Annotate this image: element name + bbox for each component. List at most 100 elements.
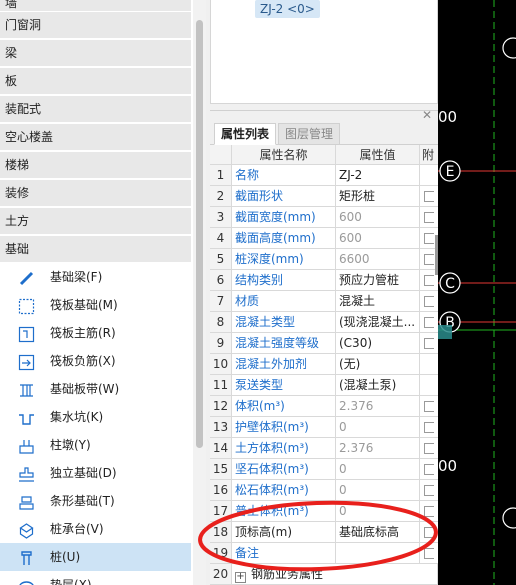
attach-checkbox[interactable] (424, 296, 434, 307)
tree-category[interactable]: 装配式 (0, 96, 191, 123)
drawing-canvas[interactable]: E C B 00 00 (438, 0, 516, 585)
close-icon[interactable]: ✕ (422, 109, 432, 121)
property-value[interactable] (336, 543, 420, 563)
tree-item[interactable]: 集水坑(K) (0, 403, 191, 431)
property-value[interactable]: 0 (336, 480, 420, 500)
tree-item[interactable]: 独立基础(D) (0, 459, 191, 487)
property-value[interactable]: 2.376 (336, 438, 420, 458)
tree-item[interactable]: 筏板主筋(R) (0, 319, 191, 347)
property-value[interactable]: 600 (336, 228, 420, 248)
property-value[interactable]: 0 (336, 501, 420, 521)
property-row[interactable]: 11 泵送类型 (混凝土泵) (210, 375, 438, 396)
property-row[interactable]: 17 普土体积(m³) 0 (210, 501, 438, 522)
attach-cell[interactable] (420, 480, 438, 500)
attach-cell[interactable] (420, 417, 438, 437)
expand-icon[interactable]: + (235, 572, 246, 583)
tree-category[interactable]: 板 (0, 68, 191, 95)
property-row[interactable]: 12 体积(m³) 2.376 (210, 396, 438, 417)
tree-scrollbar-thumb[interactable] (196, 20, 203, 448)
attach-checkbox[interactable] (424, 254, 434, 265)
property-value[interactable]: 0 (336, 417, 420, 437)
attach-checkbox[interactable] (424, 548, 434, 559)
attach-checkbox[interactable] (424, 485, 434, 496)
attach-cell[interactable] (420, 186, 438, 206)
tab-property-list[interactable]: 属性列表 (214, 123, 277, 145)
tree-category[interactable]: 门窗洞 (0, 12, 191, 39)
tree-category[interactable]: 梁 (0, 40, 191, 67)
property-row[interactable]: 7 材质 混凝土 (210, 291, 438, 312)
attach-checkbox[interactable] (424, 317, 434, 328)
attach-checkbox[interactable] (424, 233, 434, 244)
property-value[interactable]: ZJ-2 (336, 165, 420, 185)
property-row[interactable]: 13 护壁体积(m³) 0 (210, 417, 438, 438)
property-value[interactable]: (混凝土泵) (336, 375, 420, 395)
attach-checkbox[interactable] (424, 527, 434, 538)
tree-category[interactable]: 土方 (0, 208, 191, 235)
attach-cell[interactable] (420, 543, 438, 563)
property-value[interactable]: 2.376 (336, 396, 420, 416)
property-row[interactable]: 15 坚石体积(m³) 0 (210, 459, 438, 480)
property-value[interactable]: 矩形桩 (336, 186, 420, 206)
attach-cell[interactable] (420, 522, 438, 542)
property-row[interactable]: 8 混凝土类型 (现浇混凝土... (210, 312, 438, 333)
tree-category[interactable]: 装修 (0, 180, 191, 207)
property-row[interactable]: 18 顶标高(m) 基础底标高 (210, 522, 438, 543)
attach-cell[interactable] (420, 354, 438, 374)
property-row[interactable]: 3 截面宽度(mm) 600 (210, 207, 438, 228)
attach-checkbox[interactable] (424, 212, 434, 223)
property-row[interactable]: 9 混凝土强度等级 (C30) (210, 333, 438, 354)
attach-cell[interactable] (420, 207, 438, 227)
attach-checkbox[interactable] (424, 191, 434, 202)
attach-checkbox[interactable] (424, 422, 434, 433)
property-row[interactable]: 1 名称 ZJ-2 (210, 165, 438, 186)
property-value[interactable]: 6600 (336, 249, 420, 269)
property-row[interactable]: 5 桩深度(mm) 6600 (210, 249, 438, 270)
attach-cell[interactable] (420, 312, 438, 332)
tree-item[interactable]: 柱墩(Y) (0, 431, 191, 459)
property-row[interactable]: 6 结构类别 预应力管桩 (210, 270, 438, 291)
tree-item[interactable]: 基础板带(W) (0, 375, 191, 403)
tree-item[interactable]: 筏板负筋(X) (0, 347, 191, 375)
attach-checkbox[interactable] (424, 443, 434, 454)
attach-checkbox[interactable] (424, 464, 434, 475)
property-row[interactable]: 2 截面形状 矩形桩 (210, 186, 438, 207)
tree-item[interactable]: 桩(U) (0, 543, 191, 571)
property-value[interactable]: (C30) (336, 333, 420, 353)
property-value[interactable]: (现浇混凝土... (336, 312, 420, 332)
attach-cell[interactable] (420, 396, 438, 416)
tab-layer-management[interactable]: 图层管理 (278, 123, 341, 145)
attach-checkbox[interactable] (424, 401, 434, 412)
property-group-name[interactable]: + 钢筋业务属性 (232, 564, 438, 584)
tree-category[interactable]: 空心楼盖 (0, 124, 191, 151)
tree-category-top-partial[interactable]: 墙 (0, 0, 191, 12)
property-row[interactable]: 16 松石体积(m³) 0 (210, 480, 438, 501)
attach-checkbox[interactable] (424, 506, 434, 517)
tree-item[interactable]: 基础梁(F) (0, 263, 191, 291)
tree-category[interactable]: 楼梯 (0, 152, 191, 179)
property-value[interactable]: 基础底标高 (336, 522, 420, 542)
tree-item[interactable]: 筏板基础(M) (0, 291, 191, 319)
property-value[interactable]: 600 (336, 207, 420, 227)
property-row[interactable]: 19 备注 (210, 543, 438, 564)
tree-item[interactable]: 条形基础(T) (0, 487, 191, 515)
tree-item[interactable]: 桩承台(V) (0, 515, 191, 543)
tree-category[interactable]: 基础 (0, 236, 191, 263)
tree-item[interactable]: 垫层(X) (0, 571, 191, 585)
attach-cell[interactable] (420, 375, 438, 395)
attach-cell[interactable] (420, 501, 438, 521)
property-row[interactable]: 10 混凝土外加剂 (无) (210, 354, 438, 375)
property-value[interactable]: 预应力管桩 (336, 270, 420, 290)
attach-cell[interactable] (420, 165, 438, 185)
property-value[interactable]: 混凝土 (336, 291, 420, 311)
attach-checkbox[interactable] (424, 275, 434, 286)
property-value[interactable]: 0 (336, 459, 420, 479)
property-value[interactable]: (无) (336, 354, 420, 374)
attach-cell[interactable] (420, 291, 438, 311)
component-tag[interactable]: ZJ-2 <0> (255, 0, 320, 18)
attach-cell[interactable] (420, 333, 438, 353)
attach-cell[interactable] (420, 459, 438, 479)
attach-cell[interactable] (420, 438, 438, 458)
property-row[interactable]: 20 + 钢筋业务属性 (210, 564, 438, 585)
attach-checkbox[interactable] (424, 338, 434, 349)
property-row[interactable]: 14 土方体积(m³) 2.376 (210, 438, 438, 459)
